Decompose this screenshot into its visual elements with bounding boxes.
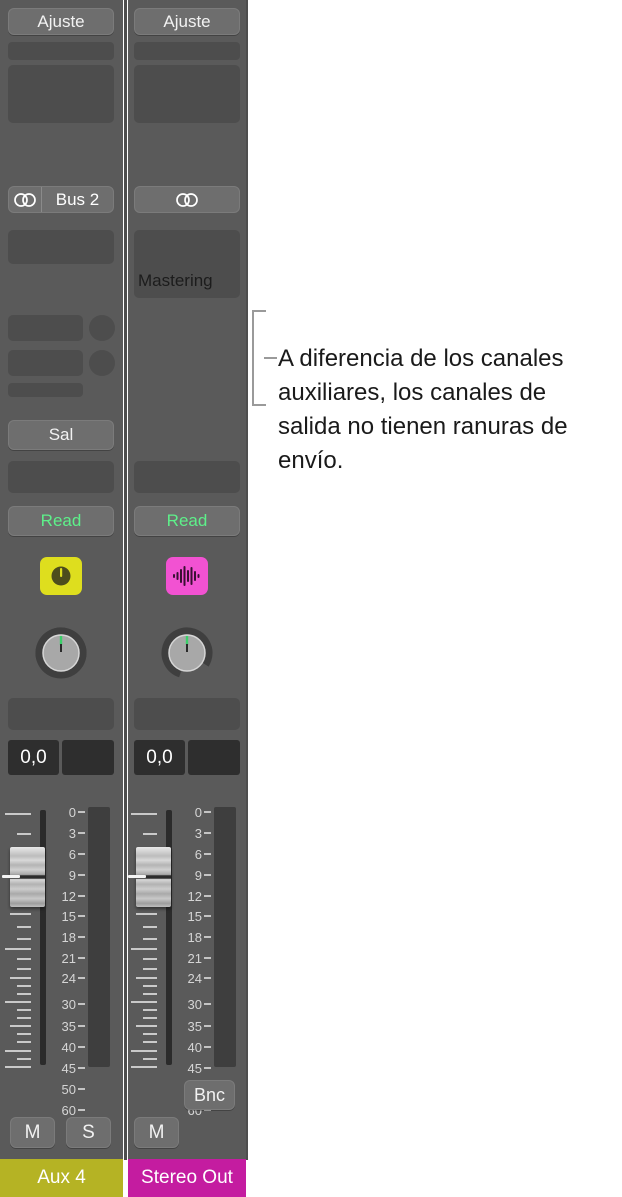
insert-slot-1-label: Mastering bbox=[138, 271, 213, 290]
scale-label: 15 bbox=[187, 908, 202, 924]
scale-label: 18 bbox=[61, 929, 76, 945]
scale-label: 3 bbox=[194, 825, 202, 841]
mixer-right-edge bbox=[246, 0, 248, 1160]
output-assignment-label: Bus 2 bbox=[55, 189, 100, 209]
knob-plugin-icon[interactable] bbox=[40, 557, 82, 595]
send-level-knob-2[interactable] bbox=[89, 350, 115, 376]
scale-label: 18 bbox=[187, 929, 202, 945]
scale-label: 0 bbox=[194, 804, 202, 820]
fader-position-indicator bbox=[2, 875, 20, 878]
output-button[interactable]: Sal bbox=[8, 420, 114, 450]
scale-label: 12 bbox=[187, 888, 202, 904]
scale-label: 30 bbox=[61, 996, 76, 1012]
volume-value-field[interactable]: 0,0 bbox=[8, 740, 59, 775]
scale-label: 6 bbox=[68, 846, 76, 862]
stereo-icon bbox=[135, 187, 239, 212]
scale-label: 40 bbox=[187, 1039, 202, 1055]
scale-label: 0 bbox=[68, 804, 76, 820]
scale-label: 15 bbox=[61, 908, 76, 924]
channel-name-plate[interactable]: Aux 4 bbox=[0, 1159, 123, 1197]
fader-meter-group: 0 3 6 9 12 15 18 21 24 30 35 40 45 50 60 bbox=[128, 804, 246, 1117]
fader-position-indicator bbox=[128, 875, 146, 878]
bounce-button[interactable]: Bnc bbox=[184, 1080, 235, 1110]
scale-label: 45 bbox=[187, 1060, 202, 1076]
channel-strip-stereo-out: Ajuste Mastering Read 0,0 0 3 6 9 12 15 … bbox=[128, 0, 246, 1197]
scale-label: 30 bbox=[187, 996, 202, 1012]
volume-value-field[interactable]: 0,0 bbox=[134, 740, 185, 775]
send-slot-3[interactable] bbox=[8, 383, 83, 397]
scale-label: 45 bbox=[61, 1060, 76, 1076]
scale-label: 6 bbox=[194, 846, 202, 862]
level-meter bbox=[88, 807, 110, 1067]
group-slot[interactable] bbox=[8, 461, 114, 493]
channel-strip-aux-4: Ajuste Bus 2 Sal Read 0,0 0 3 6 9 12 15 … bbox=[0, 0, 123, 1197]
pan-value-field[interactable] bbox=[188, 740, 240, 775]
waveform-plugin-icon[interactable] bbox=[166, 557, 208, 595]
fader-tick-marks bbox=[5, 805, 37, 1070]
fader-meter-group: 0 3 6 9 12 15 18 21 24 30 35 40 45 50 60 bbox=[0, 804, 123, 1117]
group-slot[interactable] bbox=[134, 461, 240, 493]
scale-label: 12 bbox=[61, 888, 76, 904]
scale-label: 21 bbox=[61, 950, 76, 966]
scale-label: 21 bbox=[187, 950, 202, 966]
output-assignment-button[interactable] bbox=[134, 186, 240, 213]
scale-label: 24 bbox=[61, 970, 76, 986]
eq-display-slot[interactable] bbox=[134, 65, 240, 123]
meter-scale: 0 3 6 9 12 15 18 21 24 30 35 40 45 50 60 bbox=[181, 804, 211, 1117]
level-meter bbox=[214, 807, 236, 1067]
automation-mode-button[interactable]: Read bbox=[8, 506, 114, 536]
scale-label: 24 bbox=[187, 970, 202, 986]
scale-label: 9 bbox=[194, 867, 202, 883]
group-assignment-slot[interactable] bbox=[8, 698, 114, 730]
eq-display-slot[interactable] bbox=[8, 65, 114, 123]
insert-slot-1[interactable] bbox=[8, 230, 114, 264]
meter-scale: 0 3 6 9 12 15 18 21 24 30 35 40 45 50 60 bbox=[55, 804, 85, 1117]
scale-label: 60 bbox=[61, 1102, 76, 1118]
group-assignment-slot[interactable] bbox=[134, 698, 240, 730]
fader-tick-marks bbox=[131, 805, 163, 1070]
pan-value-field[interactable] bbox=[62, 740, 114, 775]
send-slot-1[interactable] bbox=[8, 315, 83, 341]
channel-name-plate[interactable]: Stereo Out bbox=[128, 1159, 246, 1197]
scale-label: 40 bbox=[61, 1039, 76, 1055]
pan-knob[interactable] bbox=[156, 622, 218, 684]
stereo-icon bbox=[9, 187, 42, 212]
callout-bracket-tick bbox=[264, 357, 277, 359]
eq-thumbnail-slot[interactable] bbox=[134, 42, 240, 60]
settings-button[interactable]: Ajuste bbox=[8, 8, 114, 35]
mute-button[interactable]: M bbox=[10, 1117, 55, 1148]
send-level-knob-1[interactable] bbox=[89, 315, 115, 341]
scale-label: 35 bbox=[187, 1018, 202, 1034]
scale-label: 35 bbox=[61, 1018, 76, 1034]
mute-button[interactable]: M bbox=[134, 1117, 179, 1148]
send-slot-2[interactable] bbox=[8, 350, 83, 376]
strip-divider bbox=[124, 0, 127, 1160]
pan-knob[interactable] bbox=[30, 622, 92, 684]
mixer-panel: Ajuste Bus 2 Sal Read 0,0 0 3 6 9 12 15 … bbox=[0, 0, 248, 1197]
scale-label: 3 bbox=[68, 825, 76, 841]
automation-mode-button[interactable]: Read bbox=[134, 506, 240, 536]
callout-text: A diferencia de los canales auxiliares, … bbox=[278, 345, 568, 474]
scale-label: 50 bbox=[61, 1081, 76, 1097]
output-assignment-button[interactable]: Bus 2 bbox=[8, 186, 114, 213]
eq-thumbnail-slot[interactable] bbox=[8, 42, 114, 60]
scale-label: 9 bbox=[68, 867, 76, 883]
solo-button[interactable]: S bbox=[66, 1117, 111, 1148]
settings-button[interactable]: Ajuste bbox=[134, 8, 240, 35]
